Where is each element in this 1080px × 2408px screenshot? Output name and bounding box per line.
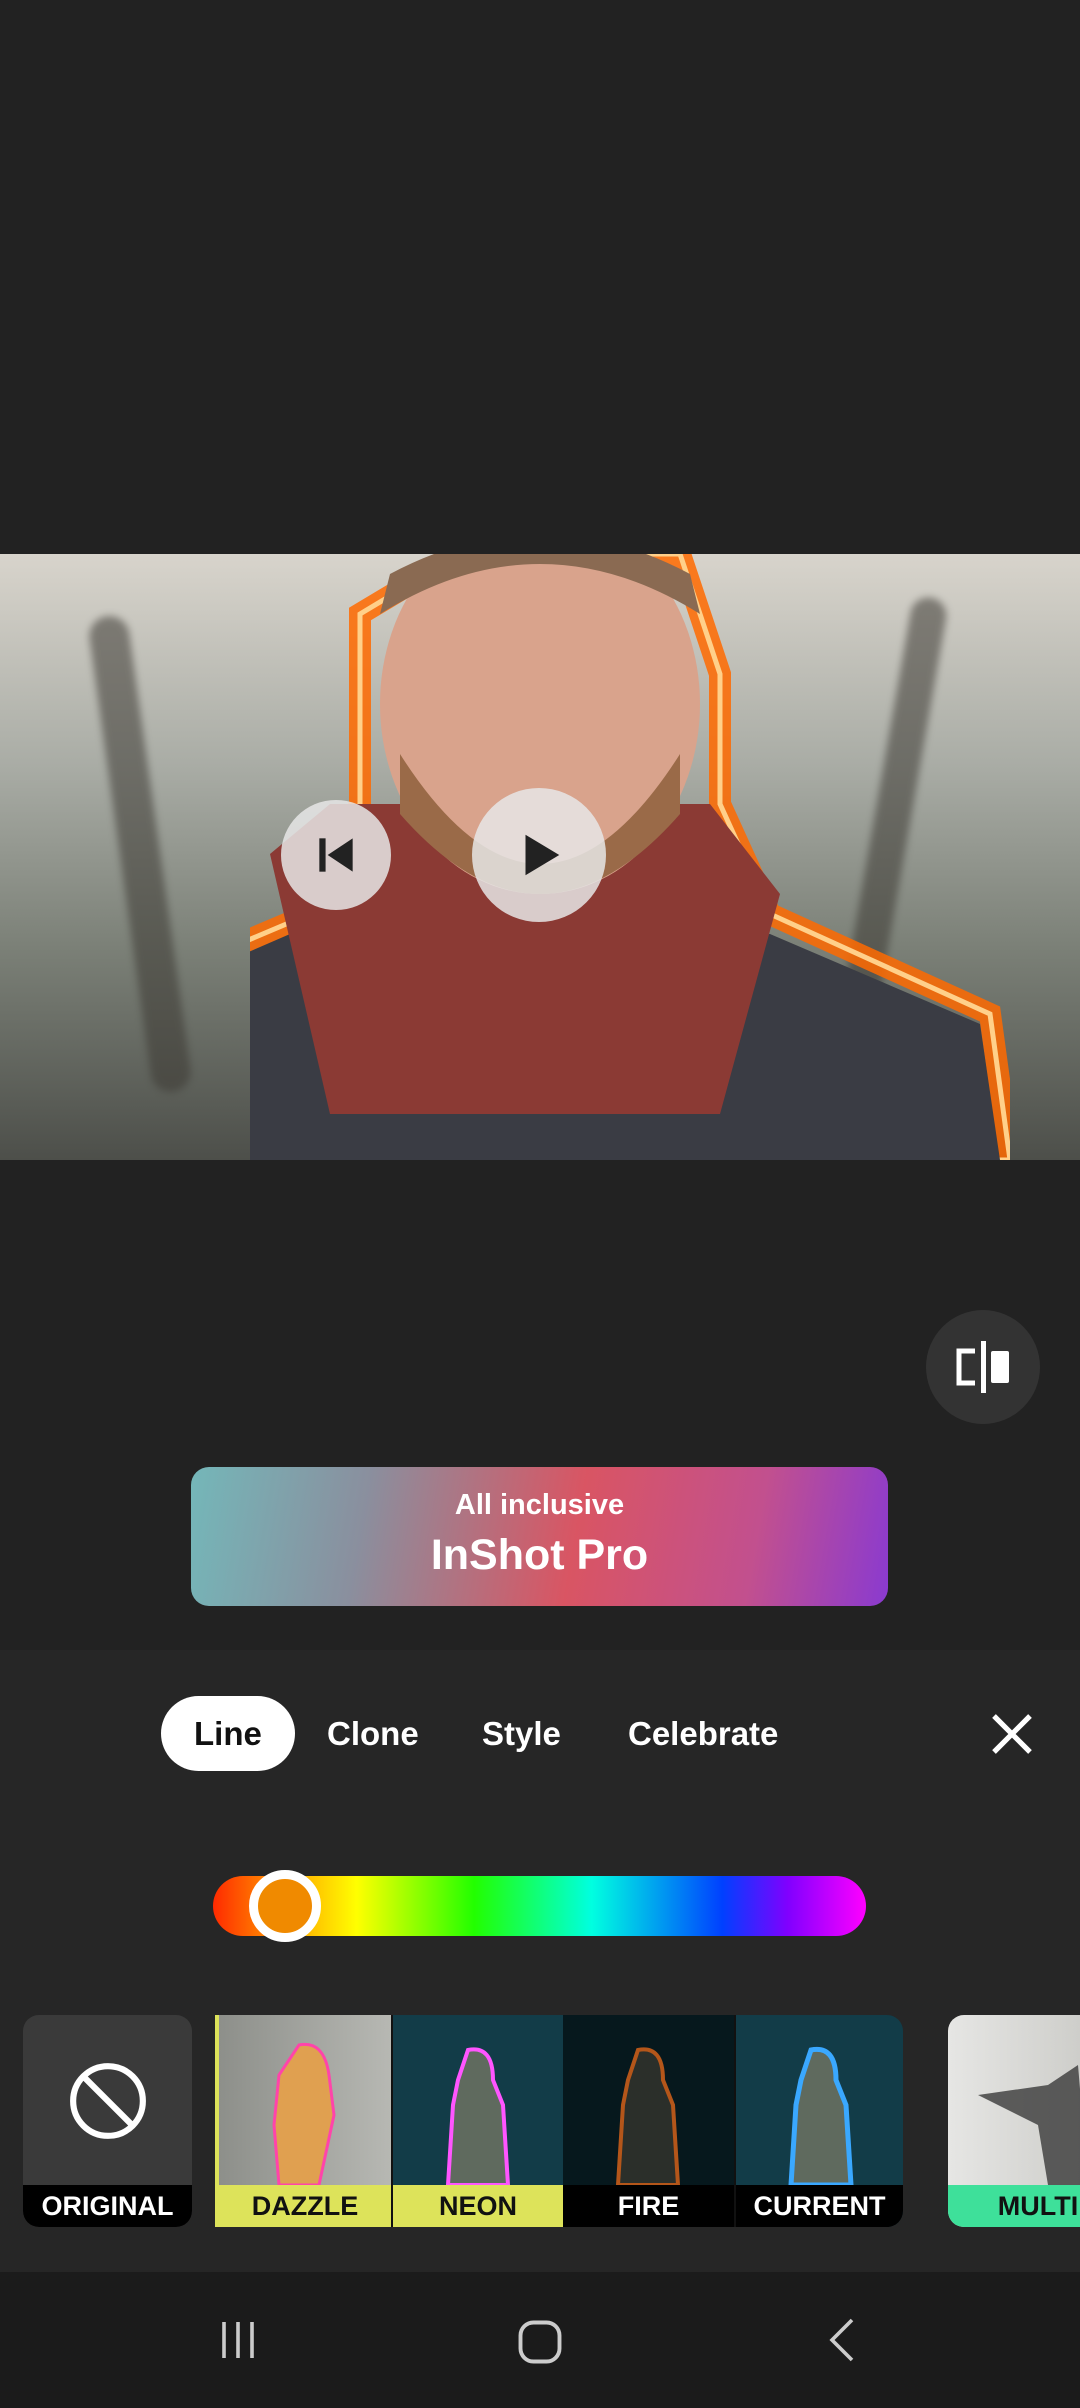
effect-fire[interactable]: FIRE bbox=[563, 2015, 734, 2227]
effect-neon[interactable]: NEON bbox=[391, 2015, 563, 2227]
back-icon[interactable] bbox=[820, 2316, 868, 2364]
inshot-pro-banner[interactable]: All inclusive InShot Pro bbox=[191, 1467, 888, 1606]
close-button[interactable] bbox=[988, 1710, 1036, 1758]
tab-line[interactable]: Line bbox=[161, 1696, 295, 1771]
banner-title: InShot Pro bbox=[430, 1531, 649, 1579]
effect-original[interactable]: ORIGINAL bbox=[23, 2015, 192, 2227]
tab-style[interactable]: Style bbox=[482, 1696, 561, 1771]
current-preview-figure bbox=[788, 2046, 854, 2185]
effect-label: CURRENT bbox=[736, 2185, 903, 2227]
effect-current[interactable]: CURRENT bbox=[734, 2015, 903, 2227]
effect-label: FIRE bbox=[563, 2185, 734, 2227]
close-icon bbox=[992, 1714, 1032, 1754]
skip-previous-icon bbox=[319, 838, 353, 872]
color-slider-handle[interactable] bbox=[248, 1870, 321, 1942]
none-icon bbox=[70, 2063, 146, 2139]
effect-label: DAZZLE bbox=[219, 2185, 391, 2227]
effect-dazzle[interactable]: DAZZLE bbox=[215, 2015, 391, 2227]
compare-split-icon bbox=[956, 1341, 1009, 1393]
fire-preview-figure bbox=[615, 2047, 681, 2185]
effect-label: NEON bbox=[393, 2185, 563, 2227]
tab-celebrate[interactable]: Celebrate bbox=[628, 1696, 778, 1771]
home-icon[interactable] bbox=[514, 2316, 566, 2368]
play-button[interactable] bbox=[472, 788, 606, 922]
effect-label: ORIGINAL bbox=[23, 2185, 192, 2227]
effect-label: MULTI bbox=[948, 2185, 1080, 2227]
tab-clone[interactable]: Clone bbox=[327, 1696, 419, 1771]
banner-subtitle: All inclusive bbox=[454, 1489, 625, 1521]
video-preview[interactable] bbox=[0, 554, 1080, 1160]
multi-preview-figure bbox=[978, 2065, 1080, 2185]
skip-previous-button[interactable] bbox=[281, 800, 391, 910]
play-icon bbox=[525, 834, 560, 876]
recents-icon[interactable] bbox=[214, 2316, 262, 2364]
system-nav-bar bbox=[0, 2272, 1080, 2408]
effect-multi[interactable]: MULTI bbox=[948, 2015, 1080, 2227]
neon-preview-figure bbox=[445, 2047, 511, 2185]
dazzle-preview-figure bbox=[272, 2042, 336, 2185]
compare-button[interactable] bbox=[926, 1310, 1040, 1424]
